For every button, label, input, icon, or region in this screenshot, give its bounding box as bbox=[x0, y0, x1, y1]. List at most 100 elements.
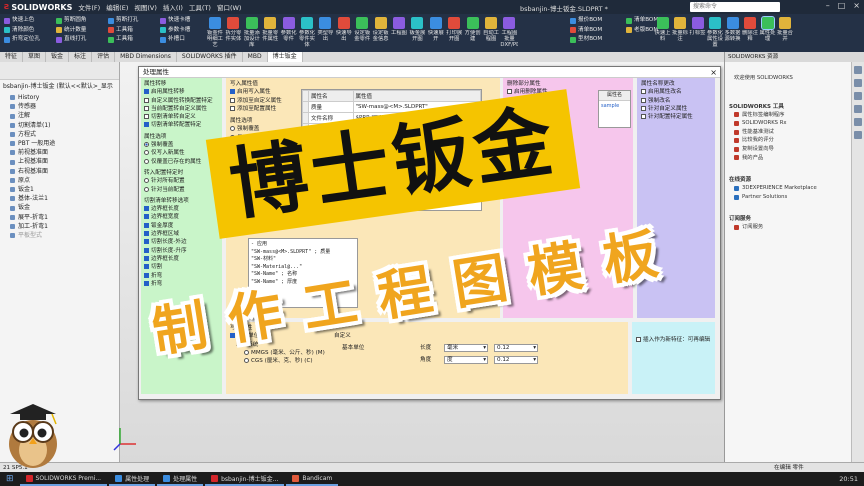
ribbon-button-13[interactable]: 打印展开图 bbox=[445, 17, 463, 54]
menu-item-4[interactable]: 工具(T) bbox=[189, 2, 211, 12]
ribbon-button-8[interactable]: 设定钣金零件 bbox=[353, 17, 371, 54]
tab-1[interactable]: 草图 bbox=[23, 52, 47, 62]
view-palette-icon[interactable] bbox=[854, 105, 862, 113]
ribbon-cmd-e-1[interactable]: 清单BOM bbox=[570, 26, 602, 36]
search-input[interactable]: 搜索命令 bbox=[690, 2, 780, 12]
cutlist-option-3[interactable]: 边界框区域 bbox=[144, 230, 219, 238]
task-pane-link[interactable]: 复制设置向导 bbox=[725, 145, 864, 154]
ribbon-cmd-e-2[interactable]: 型材BOM bbox=[570, 35, 602, 45]
tree-item[interactable]: 右视基准面 bbox=[0, 167, 119, 176]
taskbar-item-2[interactable]: 处理属性 bbox=[157, 472, 204, 486]
ribbon-button-5[interactable]: 参数化零件实体 bbox=[298, 17, 316, 54]
task-pane-link[interactable]: 3DEXPERIENCE Marketplace bbox=[725, 184, 864, 193]
task-pane-link[interactable]: 订阅服务 bbox=[725, 223, 864, 232]
radio-button[interactable] bbox=[144, 186, 149, 192]
cutlist-option-8[interactable]: 折弯 bbox=[144, 272, 219, 280]
ribbon-button-2[interactable]: 批量添加设计库 bbox=[243, 17, 261, 54]
ribbon-button-right-4[interactable]: 多数据源转换 bbox=[724, 17, 741, 54]
ribbon-button-10[interactable]: 工程图 bbox=[390, 17, 408, 54]
task-pane-welcome[interactable]: 欢迎使用 SOLIDWORKS bbox=[725, 62, 864, 83]
ribbon-button-11[interactable]: 钣金展开图 bbox=[408, 17, 426, 54]
ribbon-cmd-a-2[interactable]: 折弯定位孔 bbox=[4, 35, 40, 45]
design-library-icon[interactable] bbox=[854, 79, 862, 87]
insert-as-feature-option[interactable]: 插入作为新特征：可再编辑 bbox=[636, 336, 711, 344]
ribbon-cmd-c-2[interactable]: 工具箱 bbox=[108, 35, 138, 45]
ribbon-button-1[interactable]: 拆分零件实体 bbox=[224, 17, 242, 54]
menu-item-3[interactable]: 插入(I) bbox=[163, 2, 183, 12]
checkbox[interactable] bbox=[230, 105, 235, 111]
table-cell[interactable]: 文件名称 bbox=[308, 112, 354, 124]
ribbon-button-14[interactable]: 方便创建 bbox=[464, 17, 482, 54]
rename-option-3[interactable]: 针对配置特定属性 bbox=[641, 113, 711, 121]
ribbon-button-right-2[interactable]: 打标签 bbox=[689, 17, 706, 54]
ribbon-cmd-a-0[interactable]: 快速上色 bbox=[4, 16, 40, 26]
taskbar-item-4[interactable]: Bandicam bbox=[286, 472, 339, 486]
checkbox[interactable] bbox=[144, 122, 149, 128]
convert-mode-1[interactable]: 针对当前配置 bbox=[144, 186, 219, 194]
custom-properties-icon[interactable] bbox=[854, 131, 862, 139]
ribbon-cmd-a-1[interactable]: 清除颜色 bbox=[4, 26, 40, 36]
menu-item-1[interactable]: 编辑(E) bbox=[106, 2, 128, 12]
transfer-option-0[interactable]: 启用属性转移 bbox=[144, 88, 219, 96]
tree-item[interactable]: 注解 bbox=[0, 111, 119, 120]
radio-button[interactable] bbox=[144, 178, 149, 184]
checkbox[interactable] bbox=[144, 214, 149, 220]
checkbox[interactable] bbox=[144, 264, 149, 270]
transfer-mode-1[interactable]: 仅写入新属性 bbox=[144, 149, 219, 157]
checkbox[interactable] bbox=[641, 105, 646, 111]
menu-item-2[interactable]: 视图(V) bbox=[134, 2, 157, 12]
rename-option-0[interactable]: 启用属性改名 bbox=[641, 88, 711, 96]
ribbon-cmd-d-0[interactable]: 快速卡槽 bbox=[160, 16, 190, 26]
cutlist-option-9[interactable]: 折弯 bbox=[144, 280, 219, 288]
transfer-option-1[interactable]: 自定义属性转换配置特定 bbox=[144, 97, 219, 105]
tree-item[interactable]: PBT 一般用途 bbox=[0, 139, 119, 148]
checkbox[interactable] bbox=[230, 97, 235, 103]
task-pane-link[interactable]: 我的产品 bbox=[725, 154, 864, 163]
ribbon-button-3[interactable]: 批量零件属性 bbox=[261, 17, 279, 54]
maximize-icon[interactable]: □ bbox=[838, 1, 846, 10]
tab-8[interactable]: 博士钣金 bbox=[267, 52, 303, 62]
ribbon-cmd-d-1[interactable]: 参数卡槽 bbox=[160, 26, 190, 36]
windows-start-icon[interactable]: ⊞ bbox=[0, 474, 20, 484]
ribbon-button-7[interactable]: 快速导出 bbox=[335, 17, 353, 54]
tree-item[interactable]: 钣金1 bbox=[0, 185, 119, 194]
tree-item[interactable]: 基体-法兰1 bbox=[0, 194, 119, 203]
ribbon-button-16[interactable]: 工程图批量DXF/PDF/DWG... bbox=[500, 17, 518, 54]
ribbon-button-15[interactable]: 自动工程图 bbox=[482, 17, 500, 54]
tree-item[interactable]: 传感器 bbox=[0, 102, 119, 111]
checkbox[interactable] bbox=[641, 114, 646, 120]
tree-item[interactable]: 切割清单(1) bbox=[0, 121, 119, 130]
checkbox[interactable] bbox=[144, 206, 149, 212]
radio-button[interactable] bbox=[144, 158, 149, 164]
length-decimals-select[interactable]: 0.12 ▾ bbox=[494, 344, 538, 352]
checkbox[interactable] bbox=[144, 89, 149, 95]
ribbon-button-9[interactable]: 设定钣金信息 bbox=[372, 17, 390, 54]
ribbon-button-right-0[interactable]: 快速上料 bbox=[654, 17, 671, 54]
checkbox[interactable] bbox=[507, 89, 512, 95]
delete-name-table[interactable]: 属性名 sample bbox=[598, 90, 631, 128]
ribbon-button-right-3[interactable]: 参数化属性设置 bbox=[707, 17, 724, 54]
ribbon-cmd-c-0[interactable]: 剪断打孔 bbox=[108, 16, 138, 26]
transfer-option-2[interactable]: 当前配置转自定义属性 bbox=[144, 105, 219, 113]
task-pane-link[interactable]: 性能基准测试 bbox=[725, 128, 864, 137]
menu-item-5[interactable]: 窗口(W) bbox=[217, 2, 242, 12]
tree-item[interactable]: History bbox=[0, 93, 119, 102]
task-pane-link[interactable]: 属性标签编制程序 bbox=[725, 111, 864, 120]
checkbox[interactable] bbox=[144, 105, 149, 111]
tree-item[interactable]: 原点 bbox=[0, 176, 119, 185]
tab-2[interactable]: 钣金 bbox=[46, 52, 70, 62]
ribbon-cmd-e-0[interactable]: 报价BOM bbox=[570, 16, 602, 26]
transfer-mode-2[interactable]: 仅覆盖已存在的属性 bbox=[144, 158, 219, 166]
taskbar-item-1[interactable]: 属性处理 bbox=[109, 472, 156, 486]
radio-button[interactable] bbox=[230, 126, 235, 132]
tree-item[interactable]: 方程式 bbox=[0, 130, 119, 139]
transfer-option-3[interactable]: 切割清单转自定义 bbox=[144, 113, 219, 121]
transfer-option-4[interactable]: 切割清单转配置特定 bbox=[144, 121, 219, 129]
checkbox[interactable] bbox=[144, 97, 149, 103]
rename-option-1[interactable]: 强制改名 bbox=[641, 97, 711, 105]
checkbox[interactable] bbox=[144, 255, 149, 261]
tab-0[interactable]: 特征 bbox=[0, 52, 24, 62]
ribbon-cmd-b-1[interactable]: 统计数量 bbox=[56, 26, 86, 36]
tree-item[interactable]: 展平-折弯1 bbox=[0, 213, 119, 222]
tree-item[interactable]: 钣金 bbox=[0, 203, 119, 212]
